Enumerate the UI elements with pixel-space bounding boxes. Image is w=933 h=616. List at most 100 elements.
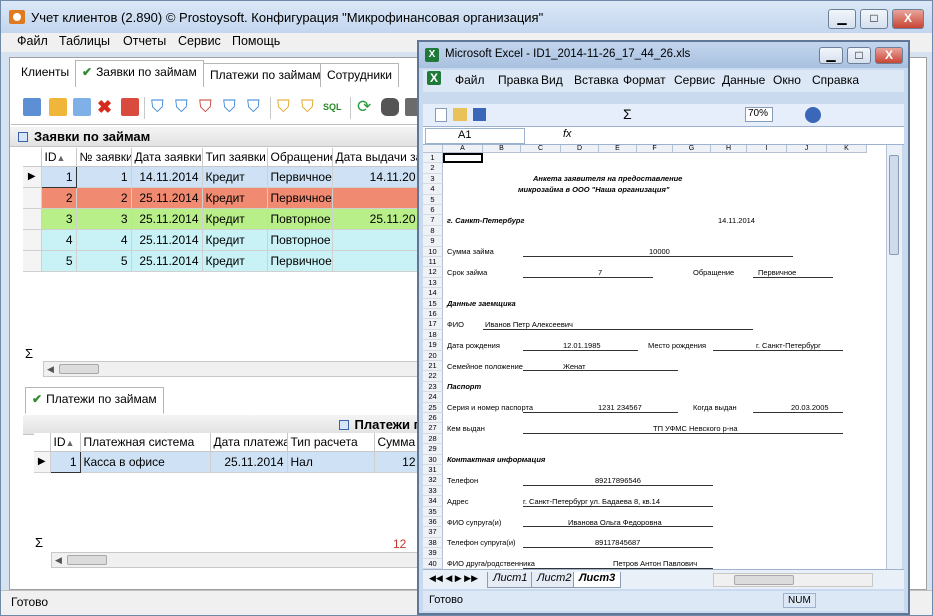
zoom-select[interactable]: 70% bbox=[745, 107, 773, 122]
name-box[interactable]: A1 bbox=[425, 128, 525, 144]
row-header[interactable]: 31 bbox=[423, 465, 443, 476]
excel-menu-data[interactable]: Данные bbox=[722, 73, 765, 87]
cell-issued[interactable]: 25.11.20 bbox=[332, 208, 420, 230]
row-header[interactable]: 2 bbox=[423, 163, 443, 174]
filter-icon[interactable]: ⛉ bbox=[151, 98, 169, 116]
cell-issued[interactable]: 14.11.20 bbox=[332, 166, 420, 188]
filter-settings-icon[interactable]: ⛉ bbox=[247, 98, 265, 116]
delete-icon[interactable]: ✖ bbox=[97, 98, 115, 116]
excel-minimize-button[interactable]: ▁ bbox=[819, 47, 843, 64]
row-header[interactable]: 26 bbox=[423, 413, 443, 424]
excel-menu-file[interactable]: Файл bbox=[455, 73, 485, 87]
cell-issued-when[interactable]: 20.03.2005 bbox=[791, 404, 829, 412]
form-heading[interactable]: Анкета заявителя на предоставление bbox=[533, 175, 682, 183]
cell-passport[interactable]: Паспорт bbox=[447, 383, 481, 391]
spreadsheet[interactable]: A B C D E F G H I J K 1 2 3 4 5 6 7 8 9 10 11 12 13 14 15 16 17 18 19… bbox=[423, 145, 886, 569]
row-header[interactable]: 18 bbox=[423, 329, 443, 341]
excel-maximize-button[interactable]: □ bbox=[847, 47, 871, 64]
excel-menu-edit[interactable]: Правка bbox=[498, 73, 539, 87]
cell-num[interactable]: 4 bbox=[76, 229, 132, 251]
column-header[interactable]: B bbox=[483, 145, 521, 153]
row-header[interactable]: 22 bbox=[423, 371, 443, 382]
cell-friend-label[interactable]: ФИО друга/родственника bbox=[447, 560, 535, 568]
cell-birth-label[interactable]: Дата рождения bbox=[447, 341, 500, 350]
row-header[interactable]: 21 bbox=[423, 361, 443, 372]
excel-vscroll[interactable] bbox=[886, 145, 902, 569]
col-num[interactable]: № заявки bbox=[76, 148, 132, 167]
cell-city[interactable]: г. Санкт-Петербург bbox=[447, 216, 524, 225]
row-header[interactable]: 4 bbox=[423, 184, 443, 195]
excel-menu-window[interactable]: Окно bbox=[773, 73, 801, 87]
row-header[interactable]: 13 bbox=[423, 277, 443, 289]
save-icon[interactable] bbox=[473, 108, 486, 121]
menu-file[interactable]: Файл bbox=[17, 34, 48, 48]
cell-phone[interactable]: 89217896546 bbox=[595, 476, 641, 485]
refresh-icon[interactable]: ⟳ bbox=[357, 98, 375, 116]
sheet-tab-3[interactable]: Лист3 bbox=[573, 572, 622, 588]
cell-fio-label[interactable]: ФИО bbox=[447, 320, 464, 329]
row-header[interactable]: 15 bbox=[423, 298, 443, 309]
cell-date[interactable]: 25.11.2014 bbox=[131, 187, 203, 209]
cell-date[interactable]: 25.11.2014 bbox=[131, 229, 203, 251]
column-header[interactable]: F bbox=[637, 145, 673, 153]
row-header[interactable]: 7 bbox=[423, 215, 443, 226]
sql-icon[interactable]: SQL bbox=[323, 98, 347, 116]
scroll-left-icon[interactable]: ◀ bbox=[55, 555, 62, 566]
col-pay-date[interactable]: Дата платежа bbox=[210, 433, 288, 452]
row-header[interactable]: 25 bbox=[423, 402, 443, 413]
row-header[interactable]: 3 bbox=[423, 173, 443, 185]
cell-id[interactable]: 1 bbox=[49, 450, 81, 473]
row-header[interactable]: 35 bbox=[423, 506, 443, 517]
column-header[interactable]: A bbox=[443, 145, 483, 153]
tab-loan-payments[interactable]: Платежи по займам bbox=[203, 63, 328, 87]
row-header[interactable]: 37 bbox=[423, 527, 443, 538]
col-id[interactable]: ID▲ bbox=[41, 148, 77, 167]
column-header[interactable]: J bbox=[787, 145, 827, 153]
cell-term[interactable]: 7 bbox=[598, 268, 602, 277]
excel-close-button[interactable]: X bbox=[875, 47, 903, 64]
tab-loan-requests[interactable]: ✔ Заявки по займам bbox=[75, 60, 204, 87]
cell-pay-date[interactable]: 25.11.2014 bbox=[210, 451, 288, 473]
cell-issued[interactable] bbox=[332, 229, 420, 251]
cell-id[interactable]: 3 bbox=[41, 208, 77, 230]
minimize-button[interactable]: ▁ bbox=[828, 9, 856, 29]
menu-reports[interactable]: Отчеты bbox=[123, 34, 166, 48]
excel-menu-insert[interactable]: Вставка bbox=[574, 73, 619, 87]
cell-addr-label[interactable]: Адрес bbox=[447, 497, 468, 506]
excel-hscroll[interactable] bbox=[713, 573, 873, 587]
row-header[interactable]: 19 bbox=[423, 340, 443, 351]
col-type[interactable]: Тип заявки bbox=[202, 148, 268, 167]
column-header[interactable]: I bbox=[747, 145, 787, 153]
table-row[interactable]: 2 2 25.11.2014 Кредит Первичное bbox=[23, 187, 420, 209]
cell-friend[interactable]: Петров Антон Павлович bbox=[613, 560, 697, 568]
filter-saved-icon[interactable]: ⛉ bbox=[277, 98, 295, 116]
row-header[interactable]: 27 bbox=[423, 423, 443, 434]
cell-phone-label[interactable]: Телефон bbox=[447, 476, 478, 485]
col-calc-type[interactable]: Тип расчета bbox=[287, 433, 375, 452]
cell-system[interactable]: Касса в офисе bbox=[80, 451, 211, 473]
column-header[interactable]: D bbox=[561, 145, 599, 153]
col-id[interactable]: ID▲ bbox=[50, 433, 81, 452]
cell-fio[interactable]: Иванов Петр Алексеевич bbox=[485, 320, 573, 329]
cell-appeal[interactable]: Первичное bbox=[267, 166, 333, 188]
row-header[interactable]: 28 bbox=[423, 433, 443, 445]
row-header[interactable]: 8 bbox=[423, 225, 443, 237]
row-header[interactable]: 14 bbox=[423, 288, 443, 299]
excel-menu-view[interactable]: Вид bbox=[541, 73, 563, 87]
cell-date[interactable]: 25.11.2014 bbox=[131, 250, 203, 272]
tab-employees[interactable]: Сотрудники bbox=[320, 63, 399, 87]
binoculars-icon[interactable] bbox=[381, 98, 399, 116]
row-header[interactable]: 20 bbox=[423, 350, 443, 361]
table-row[interactable]: 5 5 25.11.2014 Кредит Первичное bbox=[23, 250, 420, 272]
cell-marital[interactable]: Женат bbox=[563, 362, 586, 371]
row-header[interactable]: 23 bbox=[423, 381, 443, 393]
scroll-thumb[interactable] bbox=[889, 155, 899, 255]
scroll-left-icon[interactable]: ◀ bbox=[47, 364, 54, 375]
row-header[interactable]: 39 bbox=[423, 548, 443, 559]
cell-date[interactable]: 25.11.2014 bbox=[131, 208, 203, 230]
close-button[interactable]: X bbox=[892, 9, 924, 29]
row-header[interactable]: 11 bbox=[423, 257, 443, 268]
cell-id[interactable]: 4 bbox=[41, 229, 77, 251]
cell-num[interactable]: 1 bbox=[76, 166, 132, 188]
row-header[interactable]: 30 bbox=[423, 454, 443, 465]
